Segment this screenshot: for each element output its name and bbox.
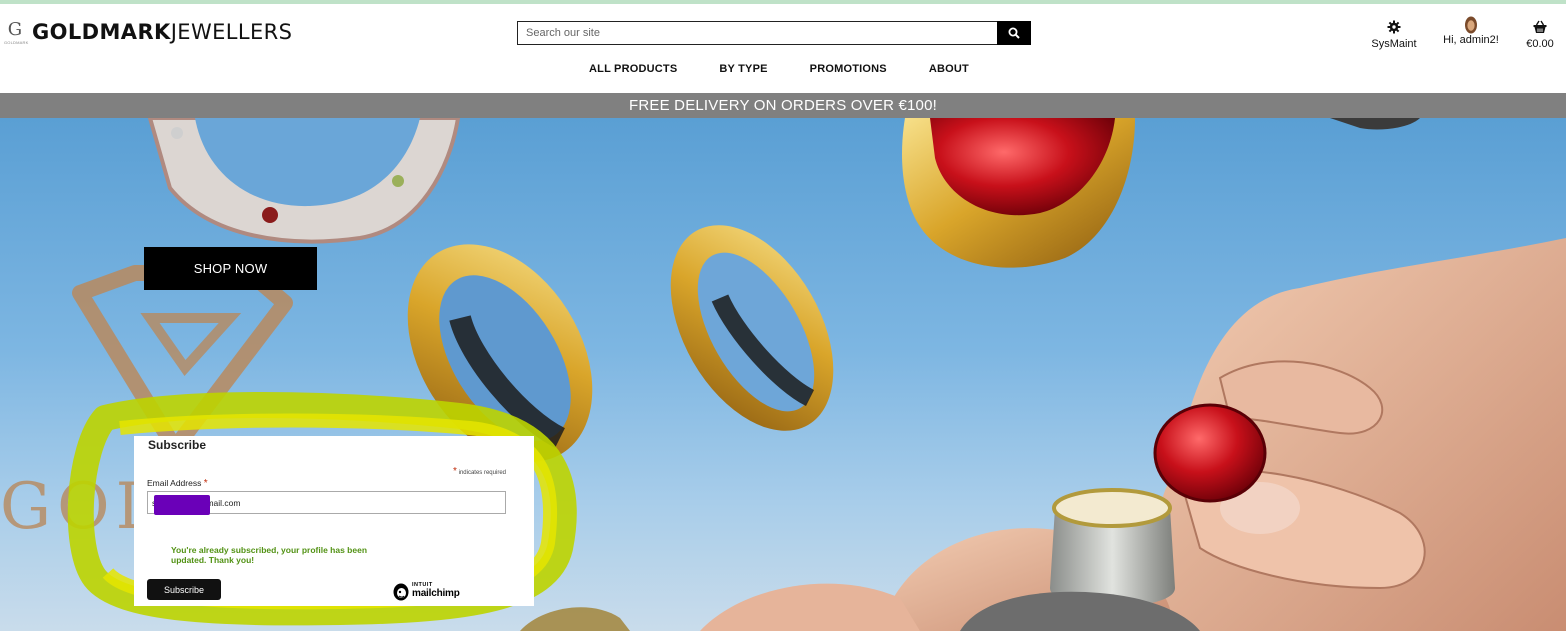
- sysmaint-label: SysMaint: [1371, 38, 1417, 50]
- avatar-icon: [1465, 16, 1477, 34]
- email-label-text: Email Address: [147, 478, 202, 488]
- site-header: G GOLDMARK GOLDMARKJEWELLERS ALL PRODUCT…: [0, 4, 1566, 93]
- free-delivery-banner: FREE DELIVERY ON ORDERS OVER €100!: [0, 93, 1566, 118]
- search-button[interactable]: [997, 21, 1031, 45]
- email-label: Email Address *: [147, 478, 208, 489]
- basket-icon: [1533, 20, 1547, 33]
- nav-by-type[interactable]: BY TYPE: [719, 63, 767, 77]
- subscribe-form: Subscribe * indicates required Email Add…: [134, 436, 534, 606]
- cart-total: €0.00: [1526, 38, 1554, 50]
- badge-bottom-text: mailchimp: [412, 588, 460, 599]
- account-link[interactable]: Hi, admin2!: [1440, 16, 1502, 46]
- success-message: You're already subscribed, your profile …: [171, 545, 368, 565]
- account-label: Hi, admin2!: [1443, 34, 1499, 46]
- search-form: [517, 21, 1031, 45]
- mailchimp-logo-icon: [393, 583, 409, 601]
- search-input[interactable]: [517, 21, 997, 45]
- logo-small-text: GOLDMARK: [4, 40, 29, 45]
- subscribe-button[interactable]: Subscribe: [147, 579, 221, 600]
- required-note-text: indicates required: [458, 470, 506, 476]
- gear-icon: [1387, 20, 1401, 34]
- search-icon: [1008, 27, 1020, 39]
- nav-promotions[interactable]: PROMOTIONS: [810, 63, 887, 77]
- main-nav: ALL PRODUCTS BY TYPE PROMOTIONS ABOUT: [568, 63, 1011, 77]
- nav-all-products[interactable]: ALL PRODUCTS: [589, 63, 677, 77]
- subscribe-title: Subscribe: [148, 438, 207, 452]
- logo-icon[interactable]: G GOLDMARK: [4, 19, 29, 50]
- logo-letter: G: [7, 19, 23, 40]
- redaction-mark: [154, 495, 210, 515]
- brand-name-bold: GOLDMARK: [32, 20, 171, 44]
- shop-now-button[interactable]: SHOP NOW: [144, 247, 317, 290]
- brand-name[interactable]: GOLDMARKJEWELLERS: [32, 20, 292, 44]
- required-note: * indicates required: [453, 466, 506, 477]
- cart-link[interactable]: €0.00: [1520, 20, 1560, 50]
- brand-name-light: JEWELLERS: [170, 20, 293, 44]
- sysmaint-link[interactable]: SysMaint: [1366, 20, 1422, 50]
- hero-section: GOL SHOP NOW Subscribe * indicates requi…: [0, 118, 1566, 631]
- nav-about[interactable]: ABOUT: [929, 63, 969, 77]
- mailchimp-badge[interactable]: INTUIT mailchimp: [392, 582, 476, 602]
